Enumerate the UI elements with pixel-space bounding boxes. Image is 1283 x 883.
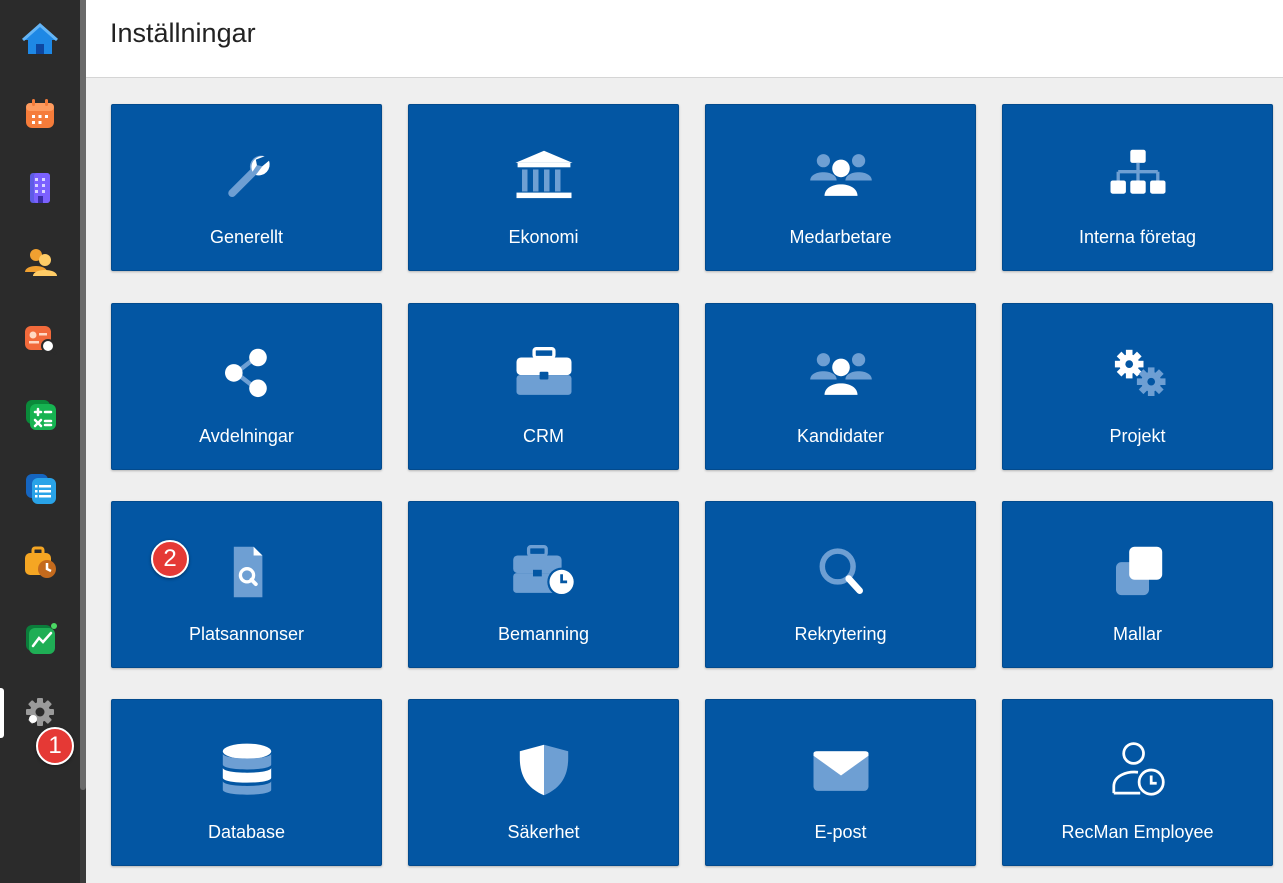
- tile-rekrytering[interactable]: Rekrytering: [705, 501, 976, 668]
- tile-label: Mallar: [1112, 624, 1162, 644]
- page-title: Inställningar: [110, 18, 256, 48]
- tile-label: Säkerhet: [507, 822, 580, 842]
- tile-medarbetare[interactable]: Medarbetare: [705, 104, 976, 271]
- shield-icon: [509, 740, 579, 800]
- tile-label: Rekrytering: [794, 624, 887, 644]
- tile-label: Generellt: [209, 227, 284, 247]
- chart-line-icon: [26, 623, 57, 654]
- user-clock-icon: [1103, 740, 1173, 800]
- users-icon: [806, 145, 876, 205]
- tile-ekonomi[interactable]: Ekonomi: [408, 104, 679, 271]
- page-header: Inställningar: [86, 0, 1283, 78]
- tile-bemanning[interactable]: Bemanning: [408, 501, 679, 668]
- tile-label: Bemanning: [497, 624, 590, 644]
- tile-e-post[interactable]: E-post: [705, 699, 976, 866]
- tile-label: Projekt: [1109, 426, 1166, 446]
- sidebar-item-timesheet[interactable]: [0, 532, 80, 592]
- sidebar-item-home[interactable]: [0, 10, 80, 70]
- sidebar-item-companies[interactable]: [0, 158, 80, 218]
- wrench-icon: [212, 145, 282, 205]
- magnifier-icon: [806, 542, 876, 602]
- tile-label: Kandidater: [796, 426, 885, 446]
- bank-icon: [509, 145, 579, 205]
- briefcase-clock-icon: [25, 546, 56, 578]
- tile-recman-employee[interactable]: RecMan Employee: [1002, 699, 1273, 866]
- sidebar-item-candidate-search[interactable]: [0, 308, 80, 368]
- tile-label: Ekonomi: [508, 227, 579, 247]
- tile-avdelningar[interactable]: Avdelningar: [111, 303, 382, 470]
- sidebar-item-documents[interactable]: [0, 458, 80, 518]
- file-search-icon: [212, 542, 282, 602]
- tile-sakerhet[interactable]: Säkerhet: [408, 699, 679, 866]
- tile-label: Database: [207, 822, 286, 842]
- sidebar-item-calculator[interactable]: [0, 384, 80, 444]
- building-icon: [30, 173, 50, 203]
- briefcase-clock-icon: [509, 542, 579, 602]
- tile-label: Avdelningar: [199, 426, 294, 446]
- calculator-icon: [26, 400, 56, 430]
- tile-label: RecMan Employee: [1061, 822, 1214, 842]
- tile-interna-foretag[interactable]: Interna företag: [1002, 104, 1273, 271]
- users-icon: [806, 344, 876, 404]
- share-nodes-icon: [212, 344, 282, 404]
- calendar-icon: [26, 99, 54, 128]
- clone-icon: [1103, 542, 1173, 602]
- tile-crm[interactable]: CRM: [408, 303, 679, 470]
- database-icon: [212, 740, 282, 800]
- tile-label: Medarbetare: [789, 227, 892, 247]
- annotation-badge: 1: [36, 727, 74, 765]
- sidebar-item-contacts[interactable]: [0, 232, 80, 292]
- tile-label: CRM: [523, 426, 564, 446]
- document-list-icon: [26, 474, 56, 504]
- house-icon: [22, 22, 58, 54]
- tile-projekt[interactable]: Projekt: [1002, 303, 1273, 470]
- sidebar-item-calendar[interactable]: [0, 84, 80, 144]
- tile-label: E-post: [814, 822, 867, 842]
- tile-generellt[interactable]: Generellt: [111, 104, 382, 271]
- tile-label: Platsannonser: [188, 624, 305, 644]
- person-search-icon: [25, 326, 58, 356]
- tile-kandidater[interactable]: Kandidater: [705, 303, 976, 470]
- envelope-icon: [806, 740, 876, 800]
- sidebar-scrollbar-thumb[interactable]: [80, 0, 86, 790]
- annotation-badge: 2: [151, 540, 189, 578]
- org-chart-icon: [1103, 145, 1173, 205]
- tile-platsannonser[interactable]: Platsannonser: [111, 501, 382, 668]
- people-icon: [25, 249, 57, 276]
- sidebar-item-statistics[interactable]: [0, 608, 80, 668]
- tile-mallar[interactable]: Mallar: [1002, 501, 1273, 668]
- tile-database[interactable]: Database: [111, 699, 382, 866]
- gears-icon: [1103, 344, 1173, 404]
- briefcase-icon: [509, 344, 579, 404]
- tile-label: Interna företag: [1078, 227, 1197, 247]
